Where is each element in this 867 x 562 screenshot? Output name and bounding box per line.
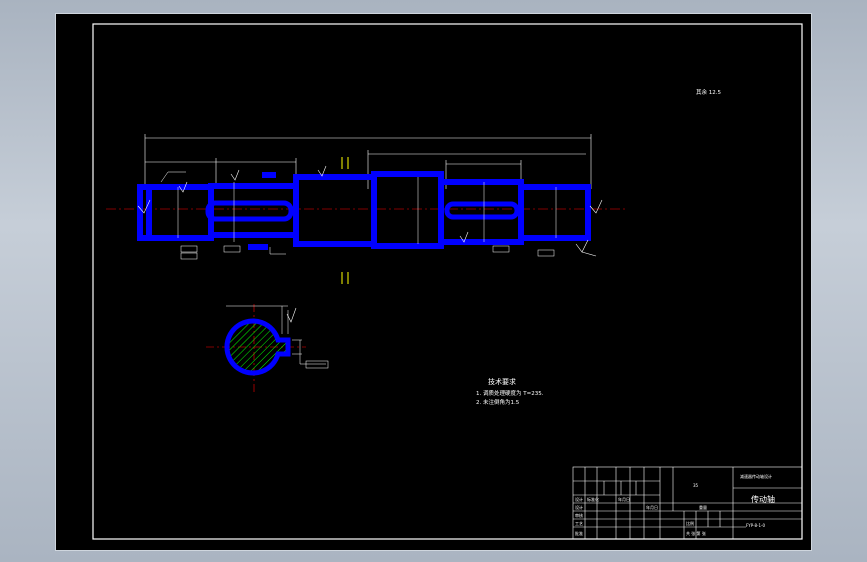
title-block-signature-row-2: 标准化 (587, 496, 599, 502)
tech-req-title: 技术要求 (488, 377, 516, 386)
tech-req-line-2: 2. 未注倒角为1.5 (476, 398, 520, 406)
keyway-left (205, 200, 294, 222)
title-block-signature-row-1: 设计 (575, 496, 583, 502)
title-block-weight: 重量 (699, 504, 707, 510)
title-block-reviewer: 审核 (575, 512, 583, 518)
step-bottom (248, 244, 268, 250)
title-block-drawing-number: FYP-8-1-0 (746, 523, 765, 528)
tolerance-frames (180, 245, 555, 260)
cad-viewport[interactable]: 其余 12.5 技术要求 1. 调质处理硬度为 T=235. 2. 未注倒角为1… (55, 13, 812, 551)
cross-section-view (206, 304, 329, 392)
title-block-material: 35 (693, 483, 699, 488)
title-block-sheet: 共 张 第 张 (686, 530, 706, 536)
title-block-date: 年月日 (646, 504, 658, 510)
tech-req-line-1: 1. 调质处理硬度为 T=235. (476, 389, 544, 397)
title-block-approve: 批准 (575, 530, 583, 536)
title-block-school: 减速器传动轴设计 (740, 473, 772, 479)
title-block-scale: 比例 (686, 520, 694, 526)
keyway-right (444, 201, 520, 220)
title-block-part-name: 传动轴 (751, 494, 775, 504)
overall-dimension (144, 134, 592, 189)
title-block-designer: 设计 (575, 504, 583, 510)
step-top (262, 172, 276, 178)
cad-drawing-canvas[interactable]: 其余 12.5 技术要求 1. 调质处理硬度为 T=235. 2. 未注倒角为1… (56, 14, 811, 550)
roughness-note: 其余 12.5 (696, 88, 721, 96)
title-block-signature-row-3: 年月日 (618, 496, 630, 502)
title-block-process: 工艺 (575, 521, 583, 526)
drawing-frame (92, 23, 803, 540)
